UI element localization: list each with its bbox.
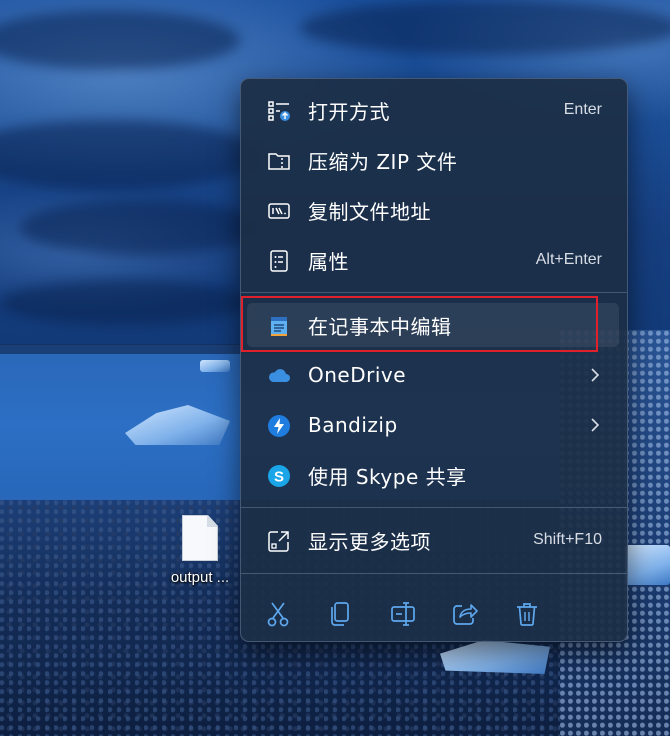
show-more-options-icon bbox=[268, 531, 289, 552]
menu-item-label: 属性 bbox=[308, 249, 349, 274]
zip-folder-icon bbox=[268, 153, 290, 170]
scissors-icon[interactable] bbox=[265, 601, 291, 627]
menu-separator bbox=[241, 292, 627, 293]
annotation-highlight-box bbox=[241, 296, 598, 352]
context-menu: 打开方式 Enter 压缩为 ZIP 文件 复制文件地址 属性 Alt+Ente… bbox=[240, 78, 628, 642]
file-icon bbox=[182, 515, 218, 561]
properties-icon bbox=[270, 250, 288, 272]
menu-item-label: 显示更多选项 bbox=[308, 529, 431, 554]
menu-item-properties[interactable]: 属性 Alt+Enter bbox=[247, 238, 619, 282]
menu-item-copy-path[interactable]: 复制文件地址 bbox=[247, 188, 619, 232]
skype-icon: S bbox=[268, 465, 290, 487]
menu-item-label: OneDrive bbox=[308, 363, 407, 387]
menu-item-label: 复制文件地址 bbox=[308, 199, 431, 224]
menu-item-shortcut: Shift+F10 bbox=[533, 531, 602, 548]
menu-item-bandizip[interactable]: Bandizip bbox=[247, 403, 619, 447]
wallpaper-cloud bbox=[0, 280, 250, 325]
svg-text:S: S bbox=[274, 469, 284, 486]
menu-item-show-more-options[interactable]: 显示更多选项 Shift+F10 bbox=[247, 518, 619, 562]
context-menu-toolbar bbox=[241, 587, 627, 641]
onedrive-icon bbox=[269, 369, 290, 382]
wallpaper-iceberg bbox=[625, 545, 670, 585]
menu-item-label: 压缩为 ZIP 文件 bbox=[308, 149, 458, 174]
desktop-file-label: output ... bbox=[170, 569, 230, 586]
copy-icon[interactable] bbox=[327, 601, 353, 627]
desktop-file-item[interactable]: output ... bbox=[160, 515, 240, 586]
open-with-icon bbox=[268, 101, 290, 121]
chevron-right-icon bbox=[591, 418, 600, 432]
rename-icon[interactable] bbox=[390, 601, 416, 627]
menu-separator bbox=[241, 573, 627, 574]
wallpaper-cloud bbox=[20, 200, 260, 255]
menu-item-onedrive[interactable]: OneDrive bbox=[247, 353, 619, 397]
bandizip-icon bbox=[268, 415, 290, 437]
wallpaper-iceberg bbox=[200, 360, 230, 372]
menu-item-open-with[interactable]: 打开方式 Enter bbox=[247, 88, 619, 132]
menu-item-compress-zip[interactable]: 压缩为 ZIP 文件 bbox=[247, 138, 619, 182]
menu-item-shortcut: Enter bbox=[563, 101, 602, 118]
menu-item-label: Bandizip bbox=[308, 413, 398, 437]
menu-separator bbox=[241, 507, 627, 508]
share-icon[interactable] bbox=[452, 601, 478, 627]
copy-path-icon bbox=[268, 203, 290, 219]
menu-item-label: 打开方式 bbox=[308, 99, 390, 124]
menu-item-shortcut: Alt+Enter bbox=[535, 251, 602, 268]
menu-item-share-skype[interactable]: S 使用 Skype 共享 bbox=[247, 453, 619, 497]
wallpaper-cloud bbox=[300, 0, 670, 55]
chevron-right-icon bbox=[591, 368, 600, 382]
trash-icon[interactable] bbox=[514, 601, 540, 627]
menu-item-label: 使用 Skype 共享 bbox=[308, 464, 467, 489]
